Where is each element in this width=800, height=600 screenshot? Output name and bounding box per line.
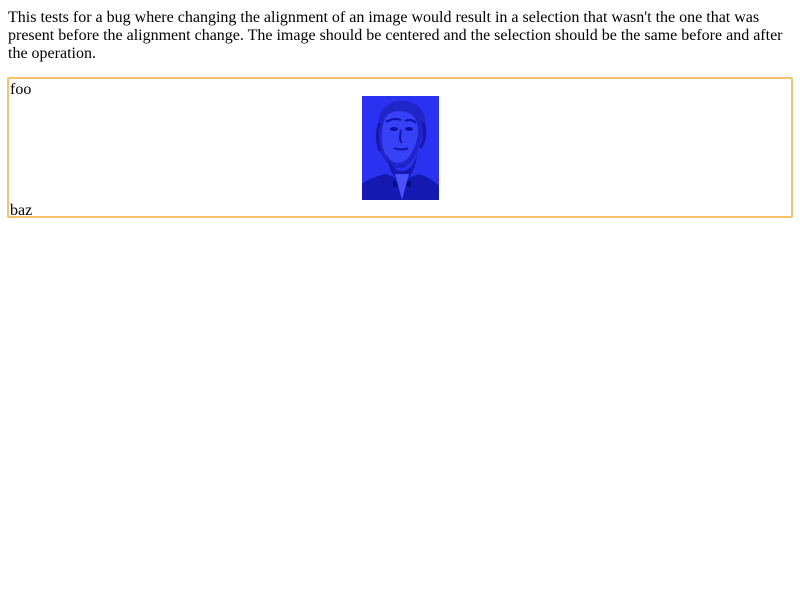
portrait-image[interactable]: [362, 96, 439, 200]
editor-bottom-text[interactable]: baz: [10, 202, 32, 220]
editable-area[interactable]: foo baz: [7, 77, 793, 220]
test-description: This tests for a bug where changing the …: [8, 9, 783, 62]
editor-top-text[interactable]: foo: [10, 81, 31, 99]
